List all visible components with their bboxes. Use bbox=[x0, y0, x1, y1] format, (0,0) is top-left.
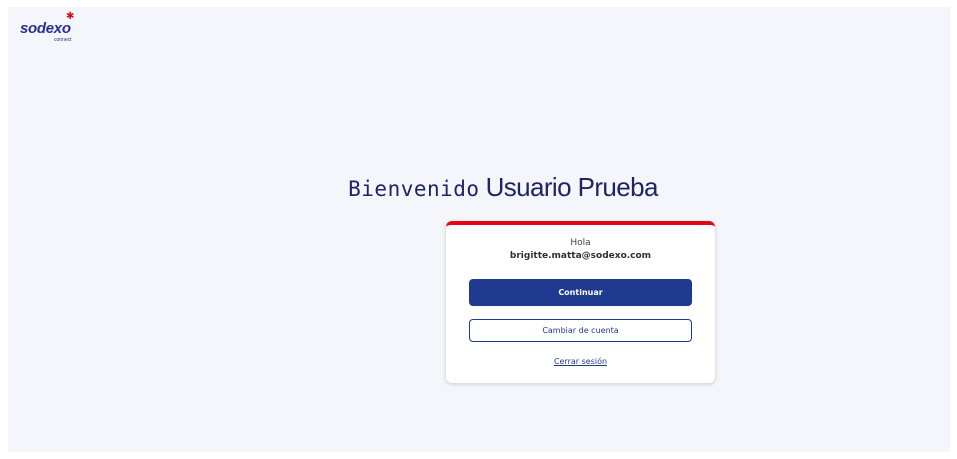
hello-text: Hola bbox=[570, 238, 591, 248]
star-icon: ✱ bbox=[66, 11, 75, 22]
logout-link[interactable]: Cerrar sesión bbox=[446, 357, 715, 366]
logo-subtitle: connect bbox=[54, 37, 72, 43]
switch-account-button[interactable]: Cambiar de cuenta bbox=[469, 319, 692, 342]
welcome-user-name: Usuario Prueba bbox=[485, 172, 659, 202]
continue-button[interactable]: Continuar bbox=[469, 279, 692, 306]
account-email: brigitte.matta@sodexo.com bbox=[509, 251, 652, 261]
account-card: Hola brigitte.matta@sodexo.com Continuar… bbox=[446, 221, 715, 383]
sodexo-logo: sodexo ✱ connect bbox=[20, 12, 90, 44]
welcome-greeting: Bienvenido bbox=[348, 177, 480, 201]
page-background: sodexo ✱ connect Bienvenido Usuario Prueb… bbox=[8, 7, 950, 452]
welcome-heading: Bienvenido Usuario Prueba bbox=[8, 172, 957, 203]
logo-wordmark: sodexo bbox=[20, 20, 71, 37]
